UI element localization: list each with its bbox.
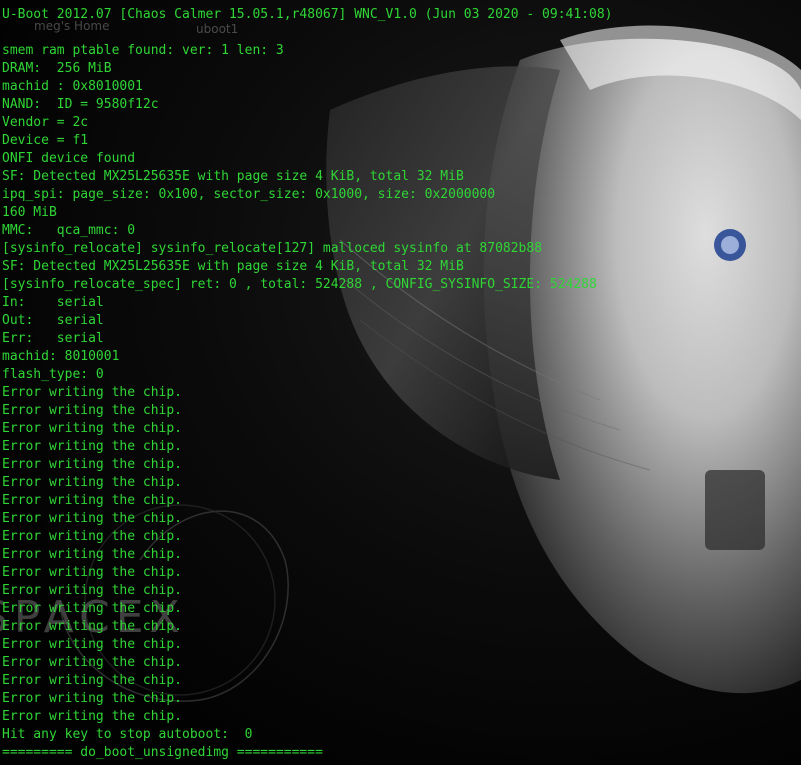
terminal-line: Error writing the chip. [2, 709, 183, 724]
terminal-line: machid: 8010001 [2, 349, 120, 364]
terminal-line: In: serial [2, 295, 104, 310]
terminal-line: Out: serial [2, 313, 104, 328]
terminal-line: NAND: ID = 9580f12c [2, 97, 159, 112]
terminal-line: machid : 0x8010001 [2, 79, 143, 94]
terminal-window[interactable]: U-Boot 2012.07 [Chaos Calmer 15.05.1,r48… [0, 0, 801, 765]
terminal-line: Hit any key to stop autoboot: 0 [2, 727, 253, 742]
terminal-line: Error writing the chip. [2, 619, 183, 634]
terminal-line: Vendor = 2c [2, 115, 89, 130]
terminal-line: SF: Detected MX25L25635E with page size … [2, 259, 464, 274]
terminal-line: Error writing the chip. [2, 655, 183, 670]
terminal-line: Error writing the chip. [2, 421, 183, 436]
terminal-output: U-Boot 2012.07 [Chaos Calmer 15.05.1,r48… [2, 6, 799, 762]
terminal-line: ========= do_boot_unsignedimg ==========… [2, 745, 323, 760]
terminal-line: [sysinfo_relocate] sysinfo_relocate[127]… [2, 241, 543, 256]
terminal-line: smem ram ptable found: ver: 1 len: 3 [2, 43, 284, 58]
terminal-line: Error writing the chip. [2, 565, 183, 580]
terminal-line: ONFI device found [2, 151, 136, 166]
terminal-line: Error writing the chip. [2, 493, 183, 508]
terminal-line: Error writing the chip. [2, 637, 183, 652]
terminal-line: Error writing the chip. [2, 385, 183, 400]
terminal-line: 160 MiB [2, 205, 57, 220]
terminal-line: Error writing the chip. [2, 529, 183, 544]
terminal-line: Error writing the chip. [2, 511, 183, 526]
terminal-line: MMC: qca_mmc: 0 [2, 223, 136, 238]
terminal-line: SF: Detected MX25L25635E with page size … [2, 169, 464, 184]
terminal-line: Error writing the chip. [2, 475, 183, 490]
terminal-line: Error writing the chip. [2, 673, 183, 688]
terminal-line: Error writing the chip. [2, 691, 183, 706]
terminal-line: U-Boot 2012.07 [Chaos Calmer 15.05.1,r48… [2, 7, 613, 22]
terminal-line: [sysinfo_relocate_spec] ret: 0 , total: … [2, 277, 597, 292]
terminal-line: ipq_spi: page_size: 0x100, sector_size: … [2, 187, 496, 202]
terminal-line: Error writing the chip. [2, 601, 183, 616]
terminal-line: Error writing the chip. [2, 547, 183, 562]
terminal-line: Device = f1 [2, 133, 89, 148]
terminal-line: flash_type: 0 [2, 367, 104, 382]
terminal-line: Error writing the chip. [2, 403, 183, 418]
terminal-line: Error writing the chip. [2, 439, 183, 454]
terminal-line: Error writing the chip. [2, 583, 183, 598]
terminal-line: Error writing the chip. [2, 457, 183, 472]
terminal-line: Err: serial [2, 331, 104, 346]
terminal-line: DRAM: 256 MiB [2, 61, 112, 76]
